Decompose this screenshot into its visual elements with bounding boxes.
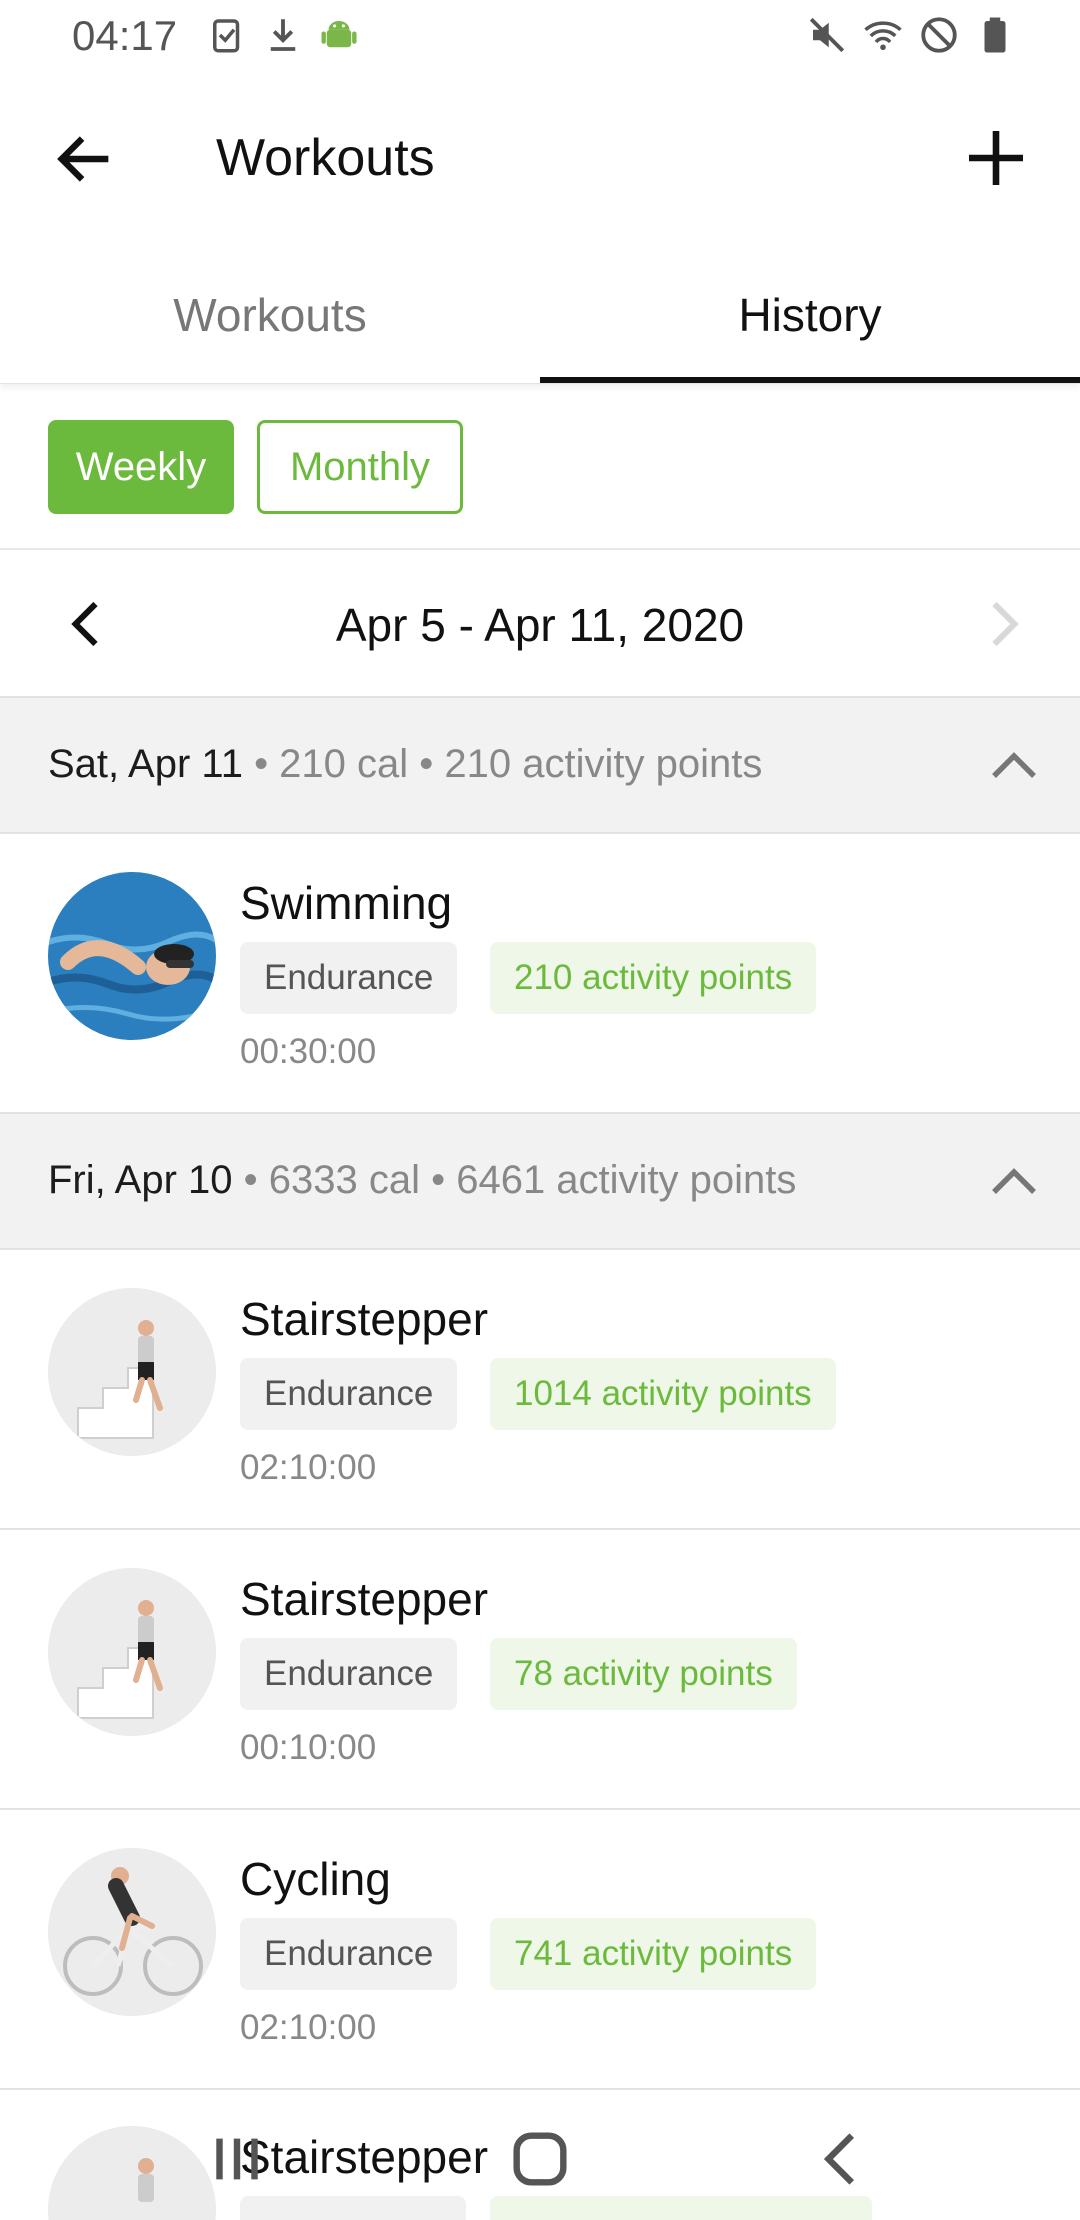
day-meta: • 6333 cal • 6461 activity points: [232, 1158, 797, 1202]
workout-name: Stairstepper: [240, 1293, 489, 1345]
tab-bar: Workouts History: [0, 246, 1080, 384]
workout-duration: 02:10:00: [240, 1448, 377, 1487]
clipboard-check-icon: [213, 19, 240, 53]
android-icon: [321, 21, 357, 48]
period-filter: Weekly Monthly: [0, 384, 1080, 550]
day-header[interactable]: Sat, Apr 11 • 210 cal • 210 activity poi…: [0, 698, 1080, 834]
battery-icon: [984, 17, 1006, 53]
workout-thumbnail: [48, 1568, 216, 1736]
day-summary: Sat, Apr 11 • 210 cal • 210 activity poi…: [48, 742, 762, 787]
wifi-icon: [864, 21, 902, 51]
points-chip: 1014 activity points: [490, 1358, 836, 1430]
category-chip: Endurance: [240, 942, 458, 1014]
do-not-disturb-icon: [921, 17, 957, 53]
day-header[interactable]: Fri, Apr 10 • 6333 cal • 6461 activity p…: [0, 1114, 1080, 1250]
workout-name: Cycling: [240, 1853, 391, 1905]
plus-icon[interactable]: [960, 122, 1032, 194]
day-summary: Fri, Apr 10 • 6333 cal • 6461 activity p…: [48, 1158, 796, 1203]
tab-history[interactable]: History: [540, 246, 1080, 384]
stair-climber-icon: [48, 1568, 216, 1736]
mute-icon: [809, 17, 845, 53]
workout-thumbnail: [48, 872, 216, 1040]
workout-thumbnail: [48, 1848, 216, 2016]
workout-row[interactable]: Cycling Endurance 741 activity points 02…: [0, 1810, 1080, 2090]
home-icon[interactable]: [505, 2124, 575, 2194]
points-chip: 210 activity points: [490, 942, 817, 1014]
workout-duration: 02:10:00: [240, 2008, 377, 2047]
app-bar: Workouts: [0, 88, 1080, 228]
workout-row[interactable]: Swimming Endurance 210 activity points 0…: [0, 834, 1080, 1114]
points-chip: 78 activity points: [490, 1638, 797, 1710]
status-bar: 04:17: [0, 0, 1080, 72]
system-nav-bar: [0, 2110, 1080, 2220]
workout-name: Stairstepper: [240, 1573, 489, 1625]
category-chip: Endurance: [240, 1358, 458, 1430]
workout-row[interactable]: Stairstepper Endurance 78 activity point…: [0, 1530, 1080, 1810]
status-left-icons: [206, 14, 360, 56]
points-chip: 741 activity points: [490, 1918, 817, 1990]
recents-icon[interactable]: [202, 2124, 272, 2194]
date-range-label: Apr 5 - Apr 11, 2020: [335, 599, 745, 651]
day-label: Fri, Apr 10: [48, 1158, 233, 1202]
stair-climber-icon: [48, 1288, 216, 1456]
back-icon[interactable]: [808, 2124, 878, 2194]
back-arrow-icon[interactable]: [50, 124, 120, 194]
date-navigator: Apr 5 - Apr 11, 2020: [0, 550, 1080, 698]
monthly-button[interactable]: Monthly: [257, 420, 463, 514]
workout-row[interactable]: Stairstepper Endurance 1014 activity poi…: [0, 1250, 1080, 1530]
chevron-left-icon[interactable]: [58, 592, 118, 656]
swimmer-icon: [48, 872, 216, 1040]
workout-thumbnail: [48, 1288, 216, 1456]
category-chip: Endurance: [240, 1918, 458, 1990]
chevron-right-icon[interactable]: [972, 592, 1032, 656]
workout-duration: 00:30:00: [240, 1032, 377, 1071]
tab-workouts[interactable]: Workouts: [0, 246, 540, 384]
status-time: 04:17: [72, 12, 178, 59]
day-label: Sat, Apr 11: [48, 742, 243, 786]
workout-name: Swimming: [240, 877, 453, 929]
day-meta: • 210 cal • 210 activity points: [242, 742, 763, 786]
tab-indicator: [540, 377, 1080, 383]
status-right-icons: [806, 14, 1016, 56]
workout-duration: 00:10:00: [240, 1728, 377, 1767]
chevron-up-icon[interactable]: [984, 1152, 1044, 1212]
chevron-up-icon[interactable]: [984, 736, 1044, 796]
category-chip: Endurance: [240, 1638, 458, 1710]
weekly-button[interactable]: Weekly: [48, 420, 234, 514]
page-title: Workouts: [216, 129, 435, 187]
cyclist-icon: [48, 1848, 216, 2016]
download-icon: [270, 19, 296, 51]
